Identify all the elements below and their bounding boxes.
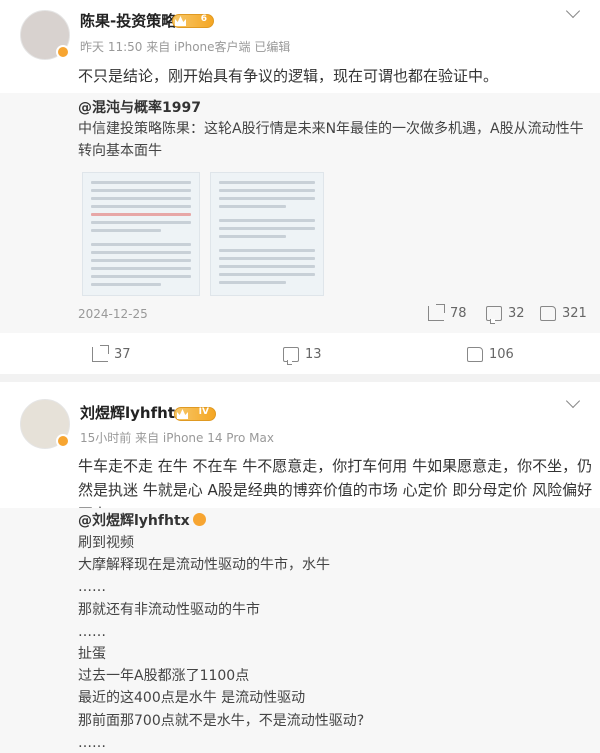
verified-icon: [56, 434, 70, 448]
comment-icon: [283, 347, 299, 365]
post-text: 不只是结论，刚开始具有争议的逻辑，现在可谓也都在验证中。: [78, 67, 499, 85]
image-thumbnail[interactable]: [210, 172, 324, 296]
quoted-text: 刷到视频 大摩解释现在是流动性驱动的牛市，水牛 …… 那就还有非流动性驱动的牛市…: [78, 532, 364, 753]
quoted-date: 2024-12-25: [78, 307, 148, 321]
quote-line: ……: [78, 579, 106, 596]
post-card-1: 陈果-投资策略 6 昨天 11:50 来自 iPhone客户端 已编辑 不只是结…: [0, 0, 600, 374]
crown-icon: [175, 16, 186, 26]
quote-line: ……: [78, 623, 106, 640]
verified-icon: [192, 513, 206, 526]
quote-line: 大摩解释现在是流动性驱动的牛市，水牛: [78, 557, 330, 574]
quoted-author[interactable]: @混沌与概率1997: [78, 97, 201, 119]
repost-button[interactable]: 37: [92, 345, 131, 362]
image-thumbnail[interactable]: [82, 172, 200, 296]
quote-line: 那前面那700点就不是水牛，不是流动性驱动?: [78, 712, 365, 729]
author-name[interactable]: 刘煜辉lyhfhtx: [80, 402, 185, 423]
like-button[interactable]: 106: [467, 347, 514, 362]
quoted-repost-button[interactable]: 78: [428, 304, 467, 321]
level-badge: IV: [174, 407, 216, 421]
quote-line: 扯蛋: [78, 645, 106, 662]
quote-line: 最近的这400点是水牛 是流动性驱动: [78, 690, 306, 707]
quoted-author[interactable]: @刘煜辉lyhfhtx: [78, 510, 206, 532]
verified-icon: [56, 45, 70, 59]
chevron-down-icon[interactable]: [565, 3, 581, 19]
quote-line: ……: [78, 734, 106, 751]
repost-icon: [428, 304, 445, 321]
comment-button[interactable]: 13: [283, 347, 322, 365]
quote-line: 刷到视频: [78, 535, 134, 551]
thumbs-up-icon: [540, 306, 556, 321]
quote-line: 过去一年A股都涨了1100点: [78, 668, 250, 685]
post-meta: 15小时前 来自 iPhone 14 Pro Max: [80, 431, 274, 445]
repost-icon: [92, 345, 109, 362]
quoted-comment-button[interactable]: 32: [486, 306, 525, 324]
thumbs-up-icon: [467, 347, 483, 362]
crown-icon: [177, 409, 188, 419]
post-meta: 昨天 11:50 来自 iPhone客户端 已编辑: [80, 40, 291, 54]
quoted-like-button[interactable]: 321: [540, 306, 587, 321]
quoted-text: 中信建投策略陈果：这轮A股行情是未来N年最佳的一次做多机遇，A股从流动性牛转向基…: [78, 121, 584, 159]
comment-icon: [486, 306, 502, 324]
quote-line: 那就还有非流动性驱动的牛市: [78, 601, 260, 618]
level-badge: 6: [172, 14, 214, 28]
author-name[interactable]: 陈果-投资策略: [80, 10, 176, 31]
